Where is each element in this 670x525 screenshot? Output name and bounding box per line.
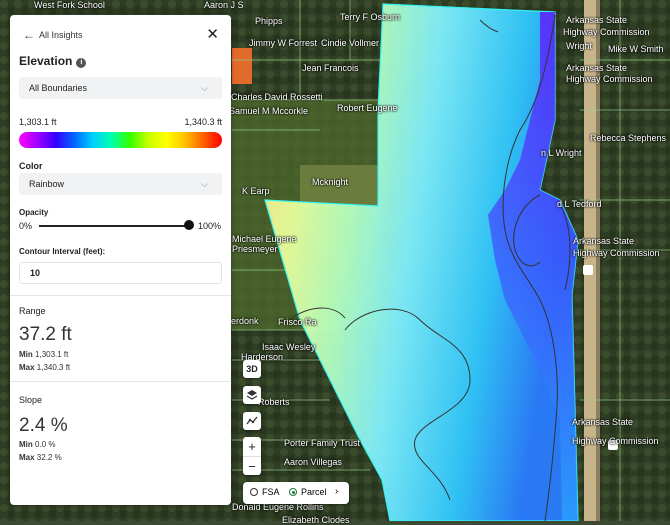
range-min-label: Min bbox=[19, 350, 33, 359]
contour-tool-icon bbox=[246, 416, 258, 425]
boundary-layer-toggle: FSA Parcel › bbox=[243, 482, 349, 504]
map-parcel-label: Roberts bbox=[258, 397, 290, 407]
chevron-right-icon[interactable]: › bbox=[335, 486, 338, 497]
slope-min-label: Min bbox=[19, 440, 33, 449]
map-parcel-label: Priesmeyer bbox=[232, 244, 278, 254]
map-parcel-label: Wright bbox=[566, 41, 592, 51]
map-parcel-label: K Earp bbox=[242, 186, 270, 196]
contour-tool-button[interactable] bbox=[243, 412, 261, 430]
parcel-label[interactable]: Parcel bbox=[301, 487, 327, 497]
fsa-label[interactable]: FSA bbox=[262, 487, 280, 497]
map-parcel-label: Terry F Osburn bbox=[340, 12, 401, 22]
opacity-max-label: 100% bbox=[198, 221, 222, 231]
map-parcel-label: Porter Family Trust bbox=[284, 438, 361, 448]
orange-marker bbox=[232, 48, 252, 84]
map-parcel-label: Highway Commission bbox=[573, 248, 660, 258]
map-parcel-label: d L Tedford bbox=[557, 199, 602, 209]
chevron-down-icon: ⌵ bbox=[201, 179, 208, 189]
zoom-out-button[interactable]: − bbox=[243, 456, 261, 476]
map-parcel-label: Isaac Wesley bbox=[262, 342, 316, 352]
map-parcel-label: Robert Eugene bbox=[337, 103, 398, 113]
map-parcel-label: Aaron J S bbox=[204, 0, 244, 10]
back-label: All Insights bbox=[39, 30, 83, 40]
map-parcel-label: Arkansas State bbox=[573, 236, 635, 246]
slope-max: Max 32.2 % bbox=[19, 453, 62, 462]
map-parcel-label: Frisco Ra bbox=[278, 317, 317, 327]
range-min-value: 1,303.1 ft bbox=[35, 350, 69, 359]
slope-max-label: Max bbox=[19, 453, 35, 462]
layers-icon bbox=[246, 390, 258, 400]
map-parcel-label: West Fork School bbox=[34, 0, 105, 10]
opacity-slider-thumb[interactable] bbox=[184, 220, 194, 230]
3d-label: 3D bbox=[246, 364, 258, 374]
map-parcel-label: Arkansas State bbox=[566, 15, 628, 25]
range-max-label: Max bbox=[19, 363, 35, 372]
map-parcel-label: Rebecca Stephens bbox=[590, 133, 667, 143]
boundary-select-value: All Boundaries bbox=[29, 83, 88, 93]
map-parcel-label: Mike W Smith bbox=[608, 44, 664, 54]
arrow-left-icon: ← bbox=[23, 28, 35, 42]
slope-label: Slope bbox=[19, 395, 43, 405]
parcel-radio[interactable] bbox=[289, 488, 297, 496]
map-parcel-label: Phipps bbox=[255, 16, 283, 26]
map-parcel-label: Highway Commission bbox=[563, 27, 650, 37]
chevron-down-icon: ⌵ bbox=[201, 83, 208, 93]
map-parcel-label: Mcknight bbox=[312, 177, 349, 187]
map-parcel-label: Jean Francois bbox=[302, 63, 359, 73]
map-parcel-label: Arkansas State bbox=[572, 417, 634, 427]
layers-button[interactable] bbox=[243, 386, 261, 404]
3d-toggle-button[interactable]: 3D bbox=[243, 360, 261, 378]
opacity-slider-track[interactable] bbox=[39, 225, 189, 227]
contour-interval-label: Contour Interval (feet): bbox=[19, 247, 106, 256]
title-text: Elevation bbox=[19, 54, 73, 68]
map-parcel-label: Cindie Vollmer bbox=[321, 38, 380, 48]
contour-interval-input[interactable]: 10 bbox=[19, 262, 222, 284]
map-parcel-label: Elizabeth Clodes bbox=[282, 515, 350, 525]
close-icon[interactable]: ✕ bbox=[206, 25, 219, 43]
legend-max-label: 1,340.3 ft bbox=[184, 117, 222, 127]
map-parcel-label: Michael Eugene bbox=[232, 234, 297, 244]
map-parcel-label: Charles David Rossetti bbox=[231, 92, 323, 102]
range-max-value: 1,340.3 ft bbox=[36, 363, 71, 372]
map-parcel-label: Jimmy W Forrest bbox=[249, 38, 317, 48]
map-parcel-label: erdonk bbox=[231, 316, 259, 326]
info-icon[interactable]: i bbox=[76, 58, 87, 68]
divider bbox=[10, 381, 231, 382]
fsa-radio[interactable] bbox=[250, 488, 258, 496]
map-parcel-label: n L Wright bbox=[541, 148, 582, 158]
range-max: Max 1,340.3 ft bbox=[19, 363, 70, 372]
range-min: Min 1,303.1 ft bbox=[19, 350, 68, 359]
zoom-in-button[interactable]: + bbox=[243, 437, 261, 456]
panel-title: Elevation i bbox=[19, 54, 87, 68]
slope-max-value: 32.2 % bbox=[36, 453, 62, 462]
color-select[interactable]: Rainbow ⌵ bbox=[19, 173, 222, 195]
elevation-insight-panel: ← All Insights ✕ Elevation i All Boundarie… bbox=[10, 15, 231, 505]
color-label: Color bbox=[19, 161, 43, 171]
opacity-label: Opacity bbox=[19, 208, 49, 217]
map-parcel-label: Aaron Villegas bbox=[284, 457, 342, 467]
back-to-all-insights-link[interactable]: ← All Insights bbox=[23, 28, 83, 42]
boundary-select[interactable]: All Boundaries ⌵ bbox=[19, 77, 222, 99]
divider bbox=[10, 295, 231, 296]
slope-min-value: 0.0 % bbox=[35, 440, 56, 449]
range-label: Range bbox=[19, 306, 46, 316]
map-parcel-label: Highway Commission bbox=[566, 74, 653, 84]
slope-min: Min 0.0 % bbox=[19, 440, 55, 449]
opacity-min-label: 0% bbox=[19, 221, 33, 231]
color-select-value: Rainbow bbox=[29, 179, 65, 189]
range-value: 37.2 ft bbox=[19, 324, 72, 345]
map-parcel-label: Samuel M Mccorkle bbox=[229, 106, 309, 116]
elevation-color-ramp bbox=[19, 132, 222, 148]
slope-value: 2.4 % bbox=[19, 415, 68, 436]
contour-interval-value: 10 bbox=[30, 268, 41, 278]
legend-min-label: 1,303.1 ft bbox=[19, 117, 57, 127]
panel-header: ← All Insights ✕ bbox=[18, 25, 223, 44]
zoom-controls: + − bbox=[243, 437, 261, 475]
map-parcel-label: Highway Commission bbox=[572, 436, 659, 446]
map-parcel-label: Arkansas State bbox=[566, 63, 628, 73]
